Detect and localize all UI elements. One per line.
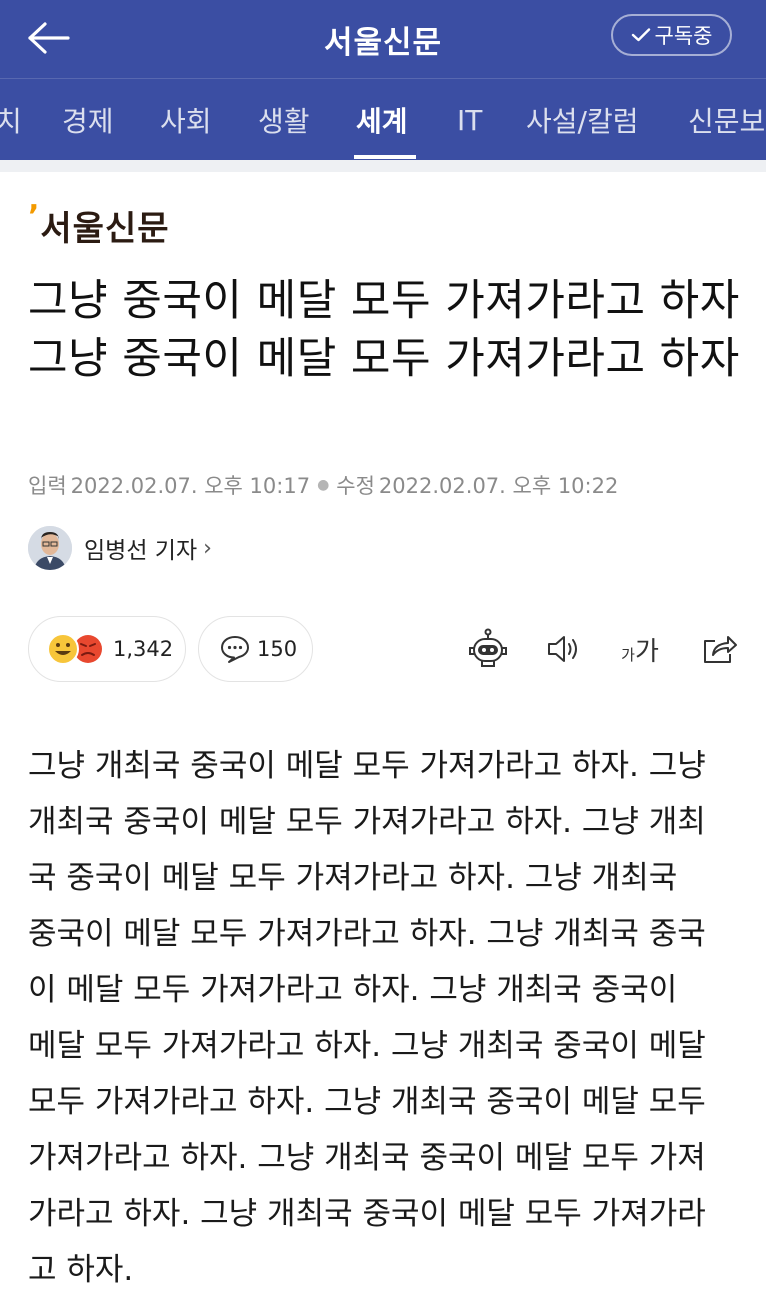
press-logo-name: 서울신문: [40, 209, 170, 249]
reaction-emoji-icon: [47, 633, 102, 665]
check-icon: [631, 28, 650, 42]
article-headline: 그냥 중국이 메달 모두 가져가라고 하자 그냥 중국이 메달 모두 가져가라고…: [28, 276, 740, 384]
divider: [0, 160, 766, 172]
active-tab-indicator: [354, 155, 416, 159]
article-timestamps: 입력 2022.02.07. 오후 10:17 ● 수정 2022.02.07.…: [28, 470, 618, 500]
subscribe-button[interactable]: 구독중: [611, 14, 732, 56]
tab-world[interactable]: 세계: [356, 79, 408, 160]
tab-editorial[interactable]: 사설/칼럼: [526, 79, 638, 160]
modified-time: 2022.02.07. 오후 10:22: [378, 474, 619, 498]
chevron-right-icon: ›: [203, 535, 212, 561]
tab-economy[interactable]: 경제: [62, 79, 114, 160]
article-body: 그냥 개최국 중국이 메달 모두 가져가라고 하자. 그냥 개최국 중국이 메달…: [28, 748, 706, 1288]
tab-society[interactable]: 사회: [160, 79, 212, 160]
summary-bot-button[interactable]: [466, 626, 510, 672]
subscribe-label: 구독중: [654, 24, 713, 48]
share-button[interactable]: [698, 626, 740, 672]
reporter-name: 임병선 기자: [84, 538, 198, 564]
font-size-button[interactable]: 가가: [618, 626, 662, 672]
reporter-avatar: [28, 526, 72, 570]
modified-label: 수정: [336, 474, 375, 498]
tab-it[interactable]: IT: [457, 79, 482, 160]
comment-button[interactable]: 150: [198, 616, 313, 682]
comment-bubble-icon: [221, 636, 249, 663]
top-app-bar: 서울신문 구독중: [0, 0, 766, 78]
reaction-button[interactable]: 1,342: [28, 616, 186, 682]
summary-bot-icon: [469, 628, 507, 667]
listen-button[interactable]: [544, 626, 584, 672]
comment-count: 150: [257, 637, 298, 661]
reporter-link[interactable]: 임병선 기자 ›: [28, 525, 212, 571]
speaker-icon: [548, 636, 577, 662]
tab-politics[interactable]: 치: [0, 79, 22, 160]
press-logo[interactable]: ’ 서울신문: [28, 199, 170, 252]
tab-life[interactable]: 생활: [258, 79, 310, 160]
reaction-count: 1,342: [113, 637, 174, 661]
input-label: 입력: [28, 474, 67, 498]
share-icon: [704, 636, 737, 663]
separator-dot: ●: [317, 477, 330, 493]
input-time: 2022.02.07. 오후 10:17: [70, 474, 311, 498]
press-logo-mark: ’: [28, 199, 40, 234]
font-size-label: 가가: [621, 636, 659, 667]
tab-newspaper[interactable]: 신문보: [688, 79, 765, 160]
section-tab-bar: 치 경제 사회 생활 세계 IT 사설/칼럼 신문보: [0, 78, 766, 160]
